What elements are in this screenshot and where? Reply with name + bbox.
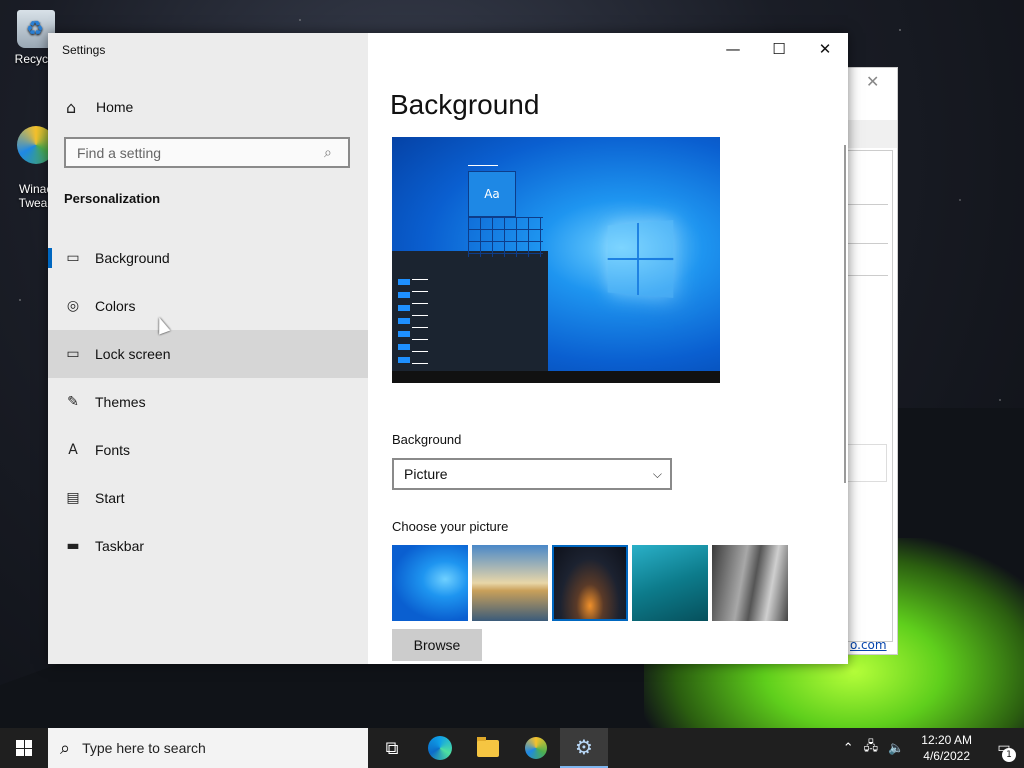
- edge-icon: [428, 736, 452, 760]
- taskbar-settings[interactable]: ⚙: [560, 728, 608, 768]
- nav-item-fonts[interactable]: A Fonts: [48, 426, 368, 474]
- nav-item-background[interactable]: ▭ Background: [48, 234, 368, 282]
- background-type-select[interactable]: Picture ⌵: [392, 458, 672, 490]
- task-view-icon: ⧉: [385, 737, 399, 759]
- window-toolbar: [848, 120, 897, 148]
- settings-sidebar: Settings ⌂ Home ⌕ Personalization ▭ Back…: [48, 33, 368, 664]
- page-title: Background: [390, 89, 540, 120]
- nav-label: Colors: [95, 298, 136, 314]
- find-setting-search[interactable]: ⌕: [64, 137, 350, 168]
- search-icon: ⌕: [60, 737, 71, 759]
- search-input[interactable]: [75, 143, 324, 162]
- chevron-up-icon[interactable]: ⌃: [843, 741, 854, 756]
- nav-item-lock-screen[interactable]: ▭ Lock screen: [48, 330, 368, 378]
- taskbar-winaero[interactable]: [512, 728, 560, 768]
- picture-thumbnails: [392, 545, 788, 621]
- selected-value: Picture: [404, 466, 448, 482]
- nav-item-colors[interactable]: ◎ Colors: [48, 282, 368, 330]
- picture-thumbnail-night-sky[interactable]: [552, 545, 628, 621]
- browse-button[interactable]: Browse: [392, 629, 482, 661]
- nav-label: Start: [95, 490, 125, 506]
- chevron-down-icon: ⌵: [652, 466, 662, 481]
- nav-label: Background: [95, 250, 170, 266]
- nav-item-themes[interactable]: ✎ Themes: [48, 378, 368, 426]
- choose-picture-label: Choose your picture: [392, 519, 509, 534]
- close-icon[interactable]: ✕: [866, 72, 879, 91]
- picture-thumbnail-windows[interactable]: [392, 545, 468, 621]
- fonts-icon: A: [68, 442, 78, 458]
- taskbar-search-box[interactable]: ⌕ Type here to search: [48, 728, 368, 768]
- background-type-label: Background: [392, 432, 462, 447]
- themes-icon: ✎: [67, 394, 79, 410]
- background-preview: Aa: [392, 137, 720, 383]
- section-heading: Personalization: [64, 191, 161, 206]
- lock-screen-icon: ▭: [66, 346, 80, 362]
- content-panel: [848, 150, 893, 642]
- home-label: Home: [96, 99, 134, 115]
- network-icon[interactable]: 🖧: [864, 737, 879, 759]
- preview-taskbar: [392, 371, 720, 383]
- nav-item-taskbar[interactable]: ▬ Taskbar: [48, 522, 368, 570]
- winaero-icon: [525, 737, 547, 759]
- settings-content: Background Aa Background Picture ⌵ Choos…: [368, 33, 848, 664]
- search-icon[interactable]: ⌕: [324, 145, 340, 161]
- window-title: Settings: [62, 43, 106, 57]
- start-icon: ▤: [66, 490, 80, 506]
- task-view-button[interactable]: ⧉: [368, 728, 416, 768]
- folder-icon: [477, 736, 499, 757]
- preview-tiles: [468, 217, 543, 257]
- windows-taskbar: ⌕ Type here to search ⧉ ⚙ ⌃ 🖧 🔈 12:20 AM…: [0, 728, 1024, 768]
- picture-icon: ▭: [66, 250, 80, 266]
- system-tray: ⌃ 🖧 🔈 12:20 AM 4/6/2022 ▭ 1: [838, 728, 1024, 768]
- background-window[interactable]: ✕ o.com: [848, 67, 898, 655]
- content-scrollbar[interactable]: [844, 145, 846, 483]
- palette-icon: ◎: [66, 298, 80, 314]
- preview-start-menu: [392, 251, 548, 371]
- nav-item-start[interactable]: ▤ Start: [48, 474, 368, 522]
- nav-label: Lock screen: [95, 346, 171, 362]
- nav-label: Taskbar: [95, 538, 145, 554]
- picture-thumbnail-rock[interactable]: [712, 545, 788, 621]
- taskbar-icon: ▬: [66, 538, 80, 554]
- notification-badge: 1: [1002, 748, 1016, 762]
- settings-window: Settings ⌂ Home ⌕ Personalization ▭ Back…: [48, 33, 848, 664]
- volume-icon[interactable]: 🔈: [888, 741, 904, 756]
- nav-label: Fonts: [95, 442, 131, 458]
- home-link[interactable]: ⌂ Home: [48, 91, 368, 123]
- clock[interactable]: 12:20 AM 4/6/2022: [921, 732, 972, 764]
- personalization-nav: ▭ Background ◎ Colors ▭ Lock screen ✎ Th…: [48, 234, 368, 570]
- start-button[interactable]: [0, 728, 48, 768]
- taskbar-file-explorer[interactable]: [464, 728, 512, 768]
- taskbar-edge[interactable]: [416, 728, 464, 768]
- text-field[interactable]: [848, 444, 887, 482]
- preview-tile-aa: Aa: [468, 171, 516, 217]
- clock-date: 4/6/2022: [923, 749, 970, 763]
- web-link[interactable]: o.com: [850, 638, 887, 652]
- gear-icon: ⚙: [575, 735, 593, 759]
- picture-thumbnail-underwater[interactable]: [632, 545, 708, 621]
- windows-logo-icon: [16, 740, 32, 756]
- clock-time: 12:20 AM: [921, 733, 972, 747]
- notification-center-button[interactable]: ▭ 1: [984, 740, 1024, 762]
- picture-thumbnail-beach[interactable]: [472, 545, 548, 621]
- search-placeholder: Type here to search: [82, 740, 206, 756]
- nav-label: Themes: [95, 394, 146, 410]
- windows-logo-icon: [607, 220, 674, 298]
- home-icon: ⌂: [66, 97, 77, 117]
